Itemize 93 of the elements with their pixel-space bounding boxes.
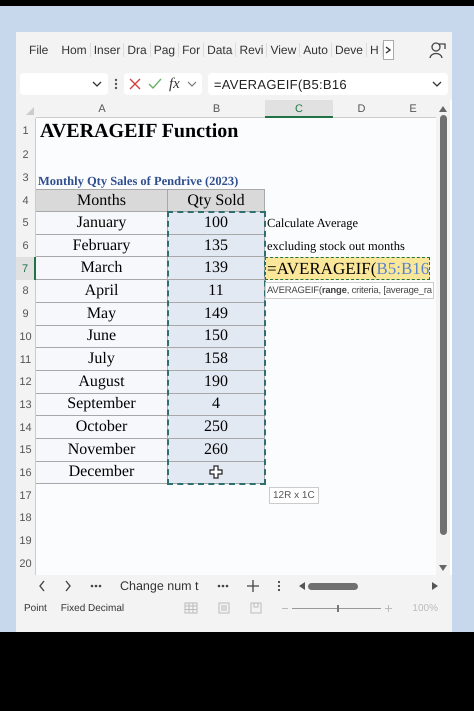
more-tabs-icon[interactable]: [382, 40, 394, 60]
row-header[interactable]: 6: [16, 234, 36, 258]
row-header[interactable]: 17: [16, 484, 36, 507]
expand-icon[interactable]: [432, 81, 442, 87]
table-cell: August: [36, 370, 168, 394]
row-header[interactable]: 2: [16, 144, 36, 167]
ribbon-tab[interactable]: Hom: [58, 43, 91, 57]
more-icon: [114, 78, 118, 90]
row-header[interactable]: 14: [16, 416, 36, 439]
scroll-right-icon[interactable]: [432, 582, 438, 590]
check-icon[interactable]: [148, 78, 162, 90]
status-indicator: Fixed Decimal: [60, 602, 124, 614]
header-cell: Months: [36, 189, 168, 212]
scroll-up-icon[interactable]: [439, 106, 447, 112]
row-header[interactable]: 3: [16, 166, 36, 190]
header-cell: Qty Sold: [168, 189, 265, 212]
cancel-icon[interactable]: [129, 78, 141, 90]
previous-sheet-icon[interactable]: [38, 580, 46, 592]
table-cell: January: [36, 212, 168, 235]
column-header[interactable]: E: [390, 100, 436, 118]
row-header[interactable]: 5: [16, 212, 36, 235]
table-cell: September: [36, 394, 168, 416]
table-cell: November: [36, 438, 168, 462]
next-sheet-icon[interactable]: [64, 580, 72, 592]
table-cell: February: [36, 234, 168, 258]
add-sheet-icon[interactable]: [246, 580, 259, 592]
more-icon[interactable]: [276, 580, 281, 592]
row-header[interactable]: 13: [16, 394, 36, 416]
zoom-slider[interactable]: [282, 604, 392, 612]
table-cell: 250: [168, 416, 265, 439]
table-cell: 4: [168, 394, 265, 416]
table-cell: July: [36, 348, 168, 371]
sheet-title: AVERAGEIF Function: [39, 118, 240, 144]
row-header[interactable]: 19: [16, 530, 36, 552]
horizontal-scrollbar[interactable]: [298, 582, 438, 590]
status-mode: Point: [24, 602, 47, 614]
ribbon-tab[interactable]: Data: [204, 43, 236, 57]
table-cell: 139: [168, 257, 265, 280]
row-header[interactable]: 12: [16, 370, 36, 394]
note-text: excluding stock out months: [266, 238, 406, 255]
ribbon-tab[interactable]: View: [267, 43, 300, 57]
scroll-left-icon[interactable]: [298, 582, 305, 590]
table-cell: March: [36, 257, 168, 280]
table-cell: 150: [168, 326, 265, 348]
scroll-down-icon[interactable]: [439, 565, 447, 572]
row-header[interactable]: 16: [16, 462, 36, 484]
table-cell: 149: [168, 302, 265, 326]
more-sheets-icon[interactable]: [216, 584, 229, 588]
row-header[interactable]: 1: [16, 118, 36, 144]
editing-cell[interactable]: =AVERAGEIF(B5:B16: [265, 257, 430, 280]
table-cell: 100: [168, 212, 265, 235]
row-header[interactable]: 15: [16, 438, 36, 462]
ribbon-tab[interactable]: Pag: [150, 43, 180, 57]
column-header[interactable]: C: [265, 100, 333, 118]
row-header[interactable]: 20: [16, 552, 36, 576]
ribbon-tab[interactable]: Dra: [124, 43, 151, 57]
table-cell: December: [36, 462, 168, 484]
table-cell: 135: [168, 234, 265, 258]
column-header[interactable]: D: [333, 100, 390, 118]
table-cell: 190: [168, 370, 265, 394]
table-cell: October: [36, 416, 168, 439]
table-cell: April: [36, 280, 168, 303]
row-header[interactable]: 11: [16, 348, 36, 371]
cursor-icon: [209, 465, 223, 480]
row-header[interactable]: 7: [16, 257, 36, 280]
table-cell: June: [36, 326, 168, 348]
chevron-icon[interactable]: [186, 81, 197, 87]
table-cell: May: [36, 302, 168, 326]
more-sheets-icon[interactable]: [90, 584, 102, 588]
table-cell: 158: [168, 348, 265, 371]
note-text: Calculate Average: [266, 214, 360, 232]
column-header[interactable]: A: [36, 100, 168, 118]
formula-field[interactable]: =AVERAGEIF(B5:B16: [208, 73, 448, 95]
ribbon-tab[interactable]: For: [179, 43, 204, 57]
sheet-tab[interactable]: Change num t: [120, 579, 199, 594]
selection-size-tooltip: 12R x 1C: [269, 487, 319, 504]
ribbon-tab[interactable]: Deve: [332, 43, 367, 57]
table-subtitle: Monthly Qty Sales of Pendrive (2023): [37, 173, 240, 190]
table-cell: 11: [168, 280, 265, 303]
ribbon-tab[interactable]: Auto: [300, 43, 332, 57]
row-header[interactable]: 9: [16, 302, 36, 326]
column-header[interactable]: B: [168, 100, 265, 118]
row-header[interactable]: 18: [16, 507, 36, 530]
person-icon[interactable]: [428, 41, 446, 59]
function-tooltip: AVERAGEIF(range, criteria, [average_ra: [265, 282, 434, 300]
ribbon-tab[interactable]: Revi: [236, 43, 268, 57]
ribbon-tab[interactable]: Inser: [90, 43, 124, 57]
row-header[interactable]: 4: [16, 189, 36, 212]
table-cell: 260: [168, 438, 265, 462]
insert-function-button[interactable]: fx: [169, 76, 180, 92]
row-header[interactable]: 10: [16, 326, 36, 348]
row-header[interactable]: 8: [16, 280, 36, 303]
ribbon-tab[interactable]: File: [26, 43, 58, 57]
